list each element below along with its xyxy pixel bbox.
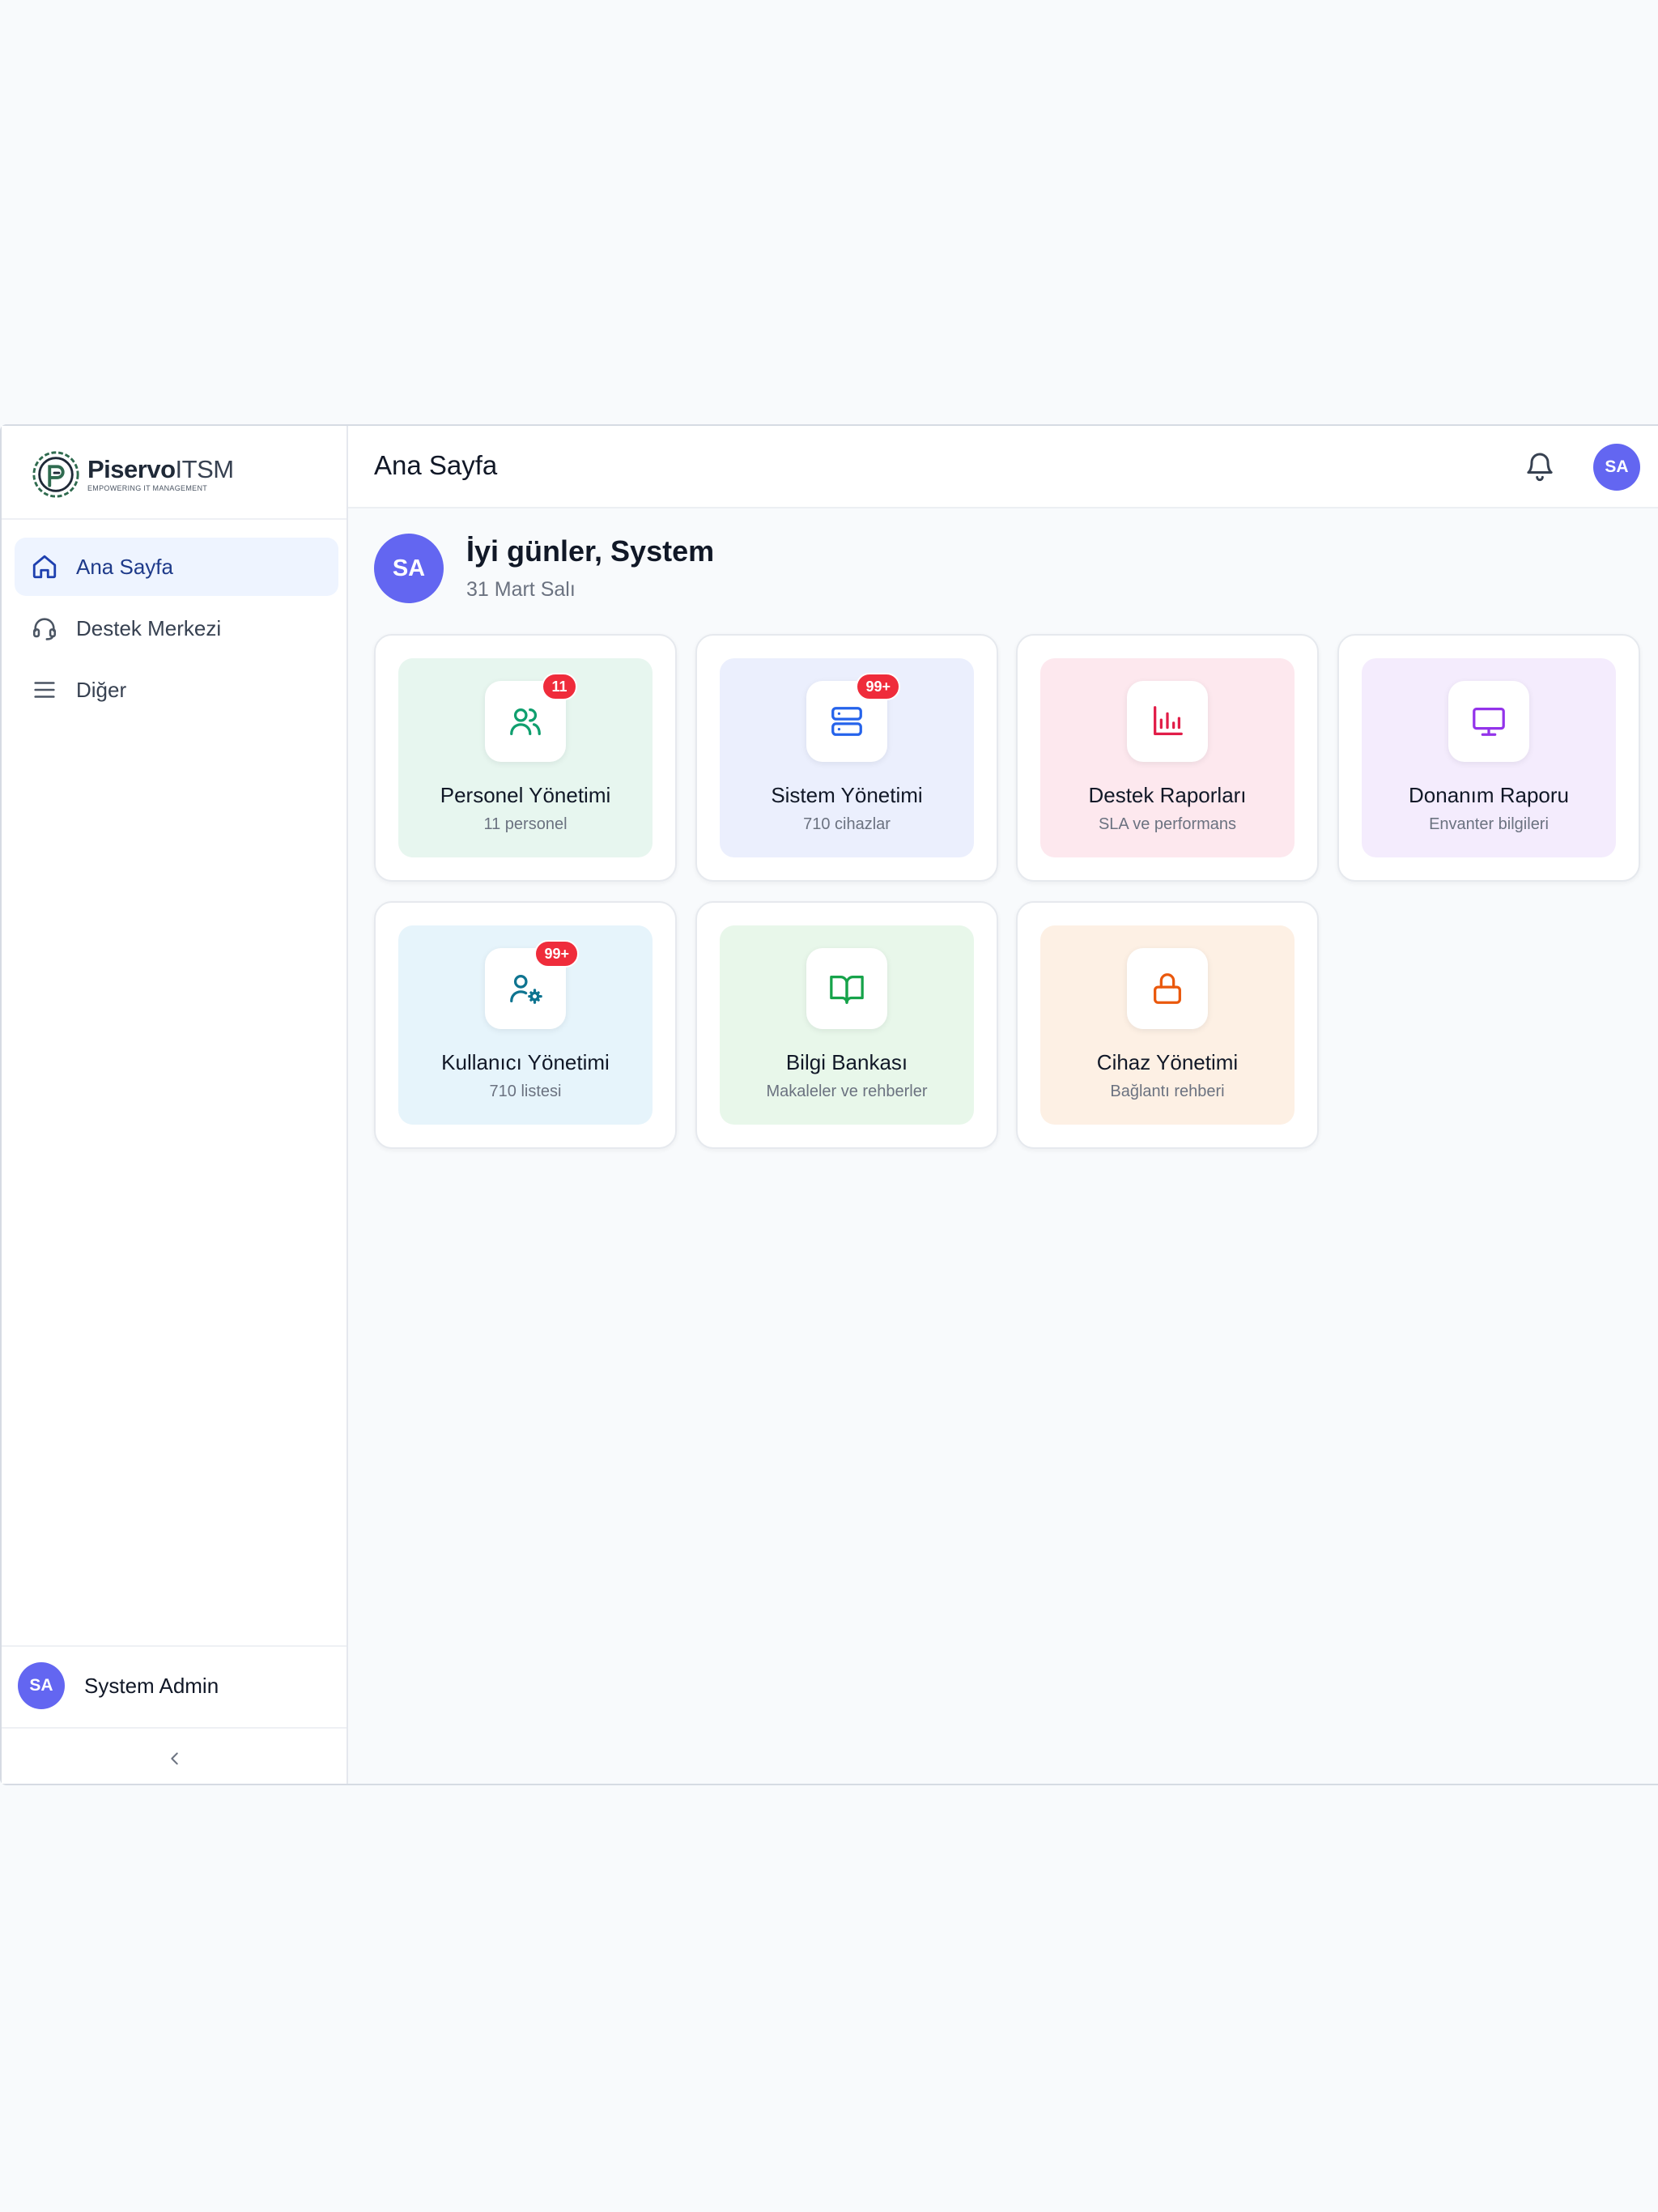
sidebar-footer-divider [2, 1727, 346, 1729]
greeting-avatar: SA [374, 534, 444, 603]
card-donanim-raporu[interactable]: Donanım Raporu Envanter bilgileri [1337, 634, 1640, 882]
card-icon-box [806, 948, 887, 1029]
piservo-logo-icon [32, 451, 79, 498]
card-title: Donanım Raporu [1409, 783, 1569, 807]
card-icon-box [1448, 681, 1529, 762]
sidebar-divider [2, 518, 346, 520]
card-body: 99+ Sistem Yönetimi 710 cihazlar [720, 658, 974, 857]
notification-badge: 99+ [534, 940, 579, 968]
card-subtitle: SLA ve performans [1098, 815, 1237, 833]
user-cog-icon [510, 975, 542, 1004]
card-kullanici-yonetimi[interactable]: 99+ Kullanıcı Yönetimi 710 listesi [374, 901, 677, 1149]
sidebar-item-label: Ana Sayfa [76, 554, 173, 579]
bell-icon[interactable] [1524, 450, 1556, 483]
card-title: Personel Yönetimi [440, 783, 611, 807]
home-icon [32, 555, 57, 579]
monitor-icon [1473, 708, 1505, 736]
card-subtitle: Envanter bilgileri [1429, 815, 1549, 833]
sidebar-nav: Ana Sayfa Destek Merkezi Diğer [15, 538, 338, 722]
bar-chart-icon [1154, 706, 1183, 735]
brand-name: Piservo [87, 455, 176, 483]
brand-tagline: EMPOWERING IT MANAGEMENT [87, 484, 208, 492]
sidebar-footer-divider [2, 1645, 346, 1647]
card-personel-yonetimi[interactable]: 11 Personel Yönetimi 11 personel [374, 634, 677, 882]
card-icon-box: 99+ [485, 940, 579, 1029]
card-title: Destek Raporları [1088, 783, 1247, 807]
page-title: Ana Sayfa [374, 450, 498, 480]
card-body: 99+ Kullanıcı Yönetimi 710 listesi [398, 925, 653, 1125]
card-body: 11 Personel Yönetimi 11 personel [398, 658, 653, 857]
card-subtitle: 710 cihazlar [803, 815, 891, 833]
card-icon-box [1127, 681, 1208, 762]
card-icon-box: 99+ [806, 673, 900, 762]
greeting-date: 31 Mart Salı [466, 578, 576, 601]
card-subtitle: Bağlantı rehberi [1110, 1083, 1225, 1100]
sidebar-item-diger[interactable]: Diğer [15, 661, 338, 719]
sidebar-item-label: Diğer [76, 677, 127, 702]
card-body: Cihaz Yönetimi Bağlantı rehberi [1040, 925, 1295, 1125]
card-title: Sistem Yönetimi [771, 783, 923, 807]
notification-badge: 11 [542, 673, 577, 700]
header-avatar[interactable]: SA [1593, 444, 1640, 491]
book-open-icon [830, 975, 864, 1004]
sidebar: PiservoITSM EMPOWERING IT MANAGEMENT Ana… [2, 426, 348, 1784]
lock-icon [1154, 973, 1181, 1004]
greeting-title: İyi günler, System [466, 534, 715, 568]
users-icon [510, 708, 541, 735]
avatar: SA [18, 1662, 65, 1709]
collapse-sidebar-button[interactable] [160, 1744, 189, 1773]
card-subtitle: 710 listesi [489, 1083, 562, 1100]
card-body: Donanım Raporu Envanter bilgileri [1362, 658, 1616, 857]
card-body: Bilgi Bankası Makaleler ve rehberler [720, 925, 974, 1125]
server-icon [831, 707, 862, 736]
app-window: PiservoITSM EMPOWERING IT MANAGEMENT Ana… [0, 424, 1658, 1785]
card-cihaz-yonetimi[interactable]: Cihaz Yönetimi Bağlantı rehberi [1016, 901, 1319, 1149]
card-body: Destek Raporları SLA ve performans [1040, 658, 1295, 857]
card-title: Bilgi Bankası [785, 1050, 908, 1074]
sidebar-item-ana-sayfa[interactable]: Ana Sayfa [15, 538, 338, 596]
headset-icon [32, 618, 57, 640]
sidebar-item-destek-merkezi[interactable]: Destek Merkezi [15, 599, 338, 657]
card-title: Cihaz Yönetimi [1096, 1050, 1239, 1074]
menu-icon [34, 682, 55, 698]
card-subtitle: 11 personel [483, 815, 568, 833]
card-destek-raporlari[interactable]: Destek Raporları SLA ve performans [1016, 634, 1319, 882]
notification-badge: 99+ [856, 673, 900, 700]
brand-logo[interactable]: PiservoITSM EMPOWERING IT MANAGEMENT [31, 449, 234, 500]
topbar: Ana Sayfa SA [348, 426, 1658, 508]
card-icon-box: 11 [485, 673, 577, 762]
brand-suffix: ITSM [175, 455, 235, 483]
card-icon-box [1127, 948, 1208, 1029]
chevron-left-icon [171, 1752, 178, 1765]
card-subtitle: Makaleler ve rehberler [766, 1083, 928, 1100]
sidebar-user[interactable]: SA System Admin [18, 1662, 219, 1709]
sidebar-item-label: Destek Merkezi [76, 615, 222, 640]
card-sistem-yonetimi[interactable]: 99+ Sistem Yönetimi 710 cihazlar [695, 634, 998, 882]
card-bilgi-bankasi[interactable]: Bilgi Bankası Makaleler ve rehberler [695, 901, 998, 1149]
user-name: System Admin [84, 1673, 219, 1698]
card-title: Kullanıcı Yönetimi [441, 1050, 610, 1074]
